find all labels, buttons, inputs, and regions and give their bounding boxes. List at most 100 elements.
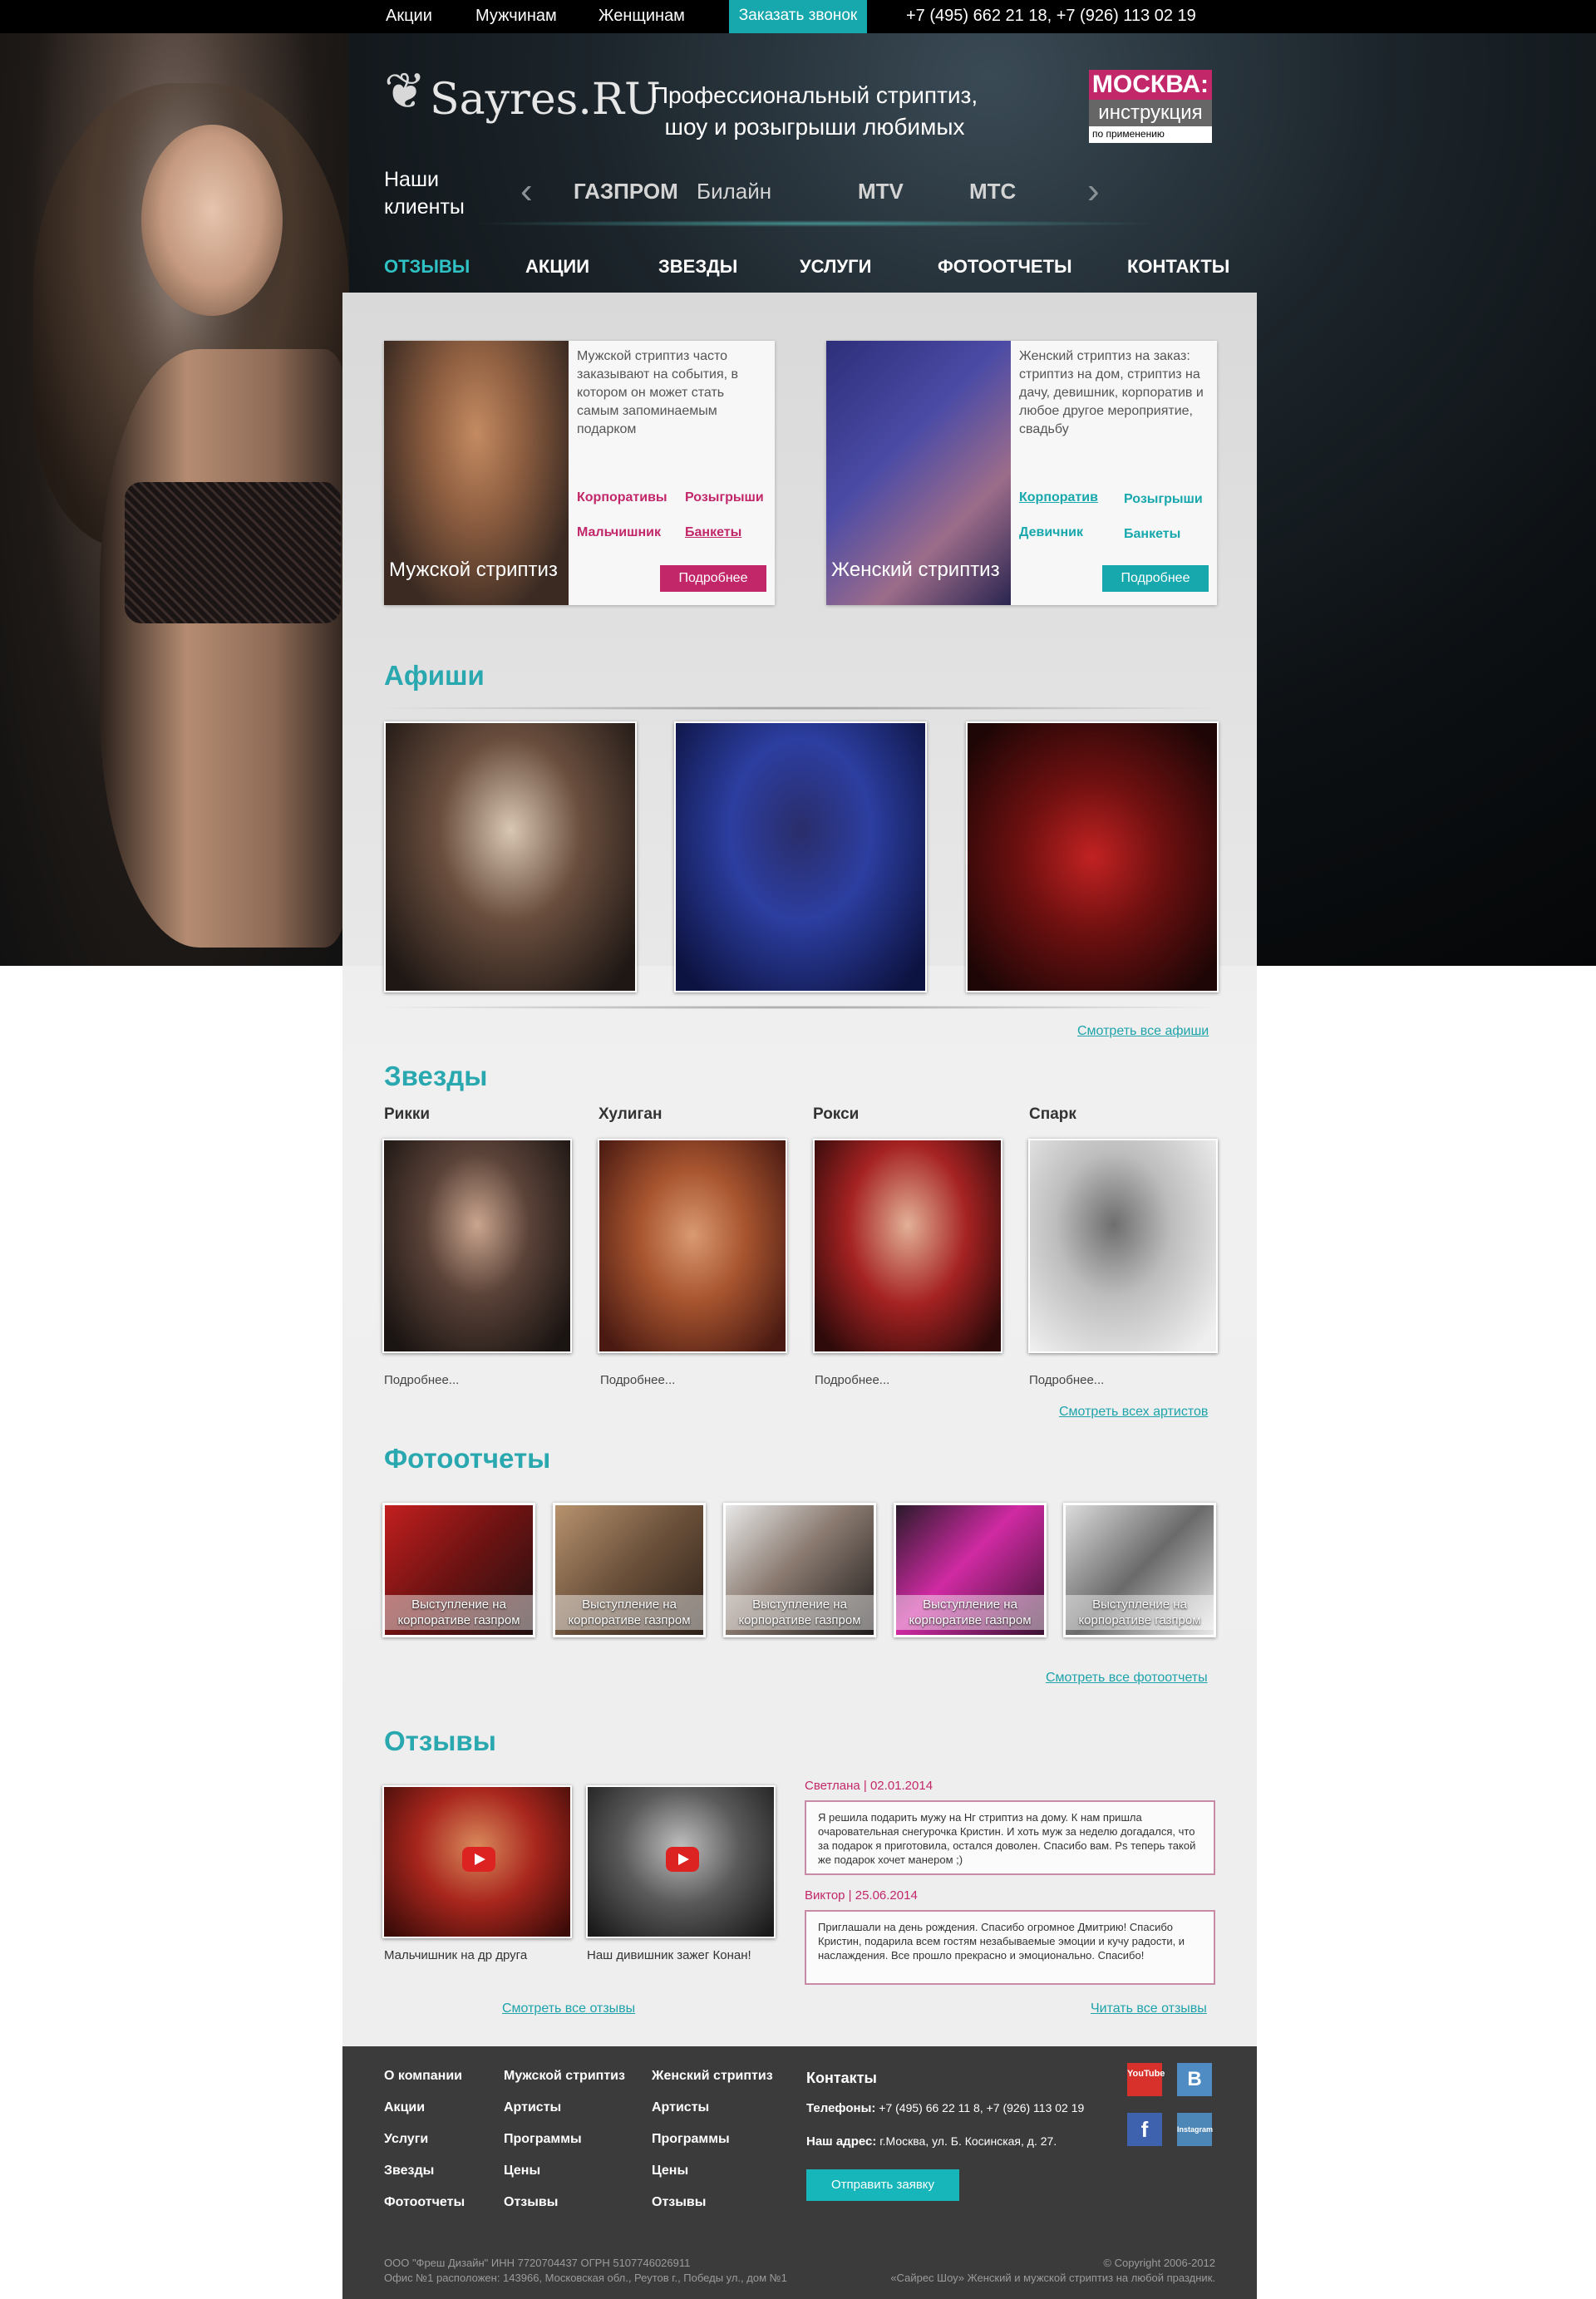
footer-link-male-programs[interactable]: Программы <box>504 2131 625 2163</box>
client-logo-mtv: MTV <box>858 179 904 204</box>
footer-link-male-artists[interactable]: Артисты <box>504 2100 625 2131</box>
promo-female-more-button[interactable]: Подробнее <box>1102 565 1209 592</box>
report-card-4[interactable]: Выступление на корпоративе газпром <box>894 1503 1047 1637</box>
footer-link-stars[interactable]: Звезды <box>384 2163 465 2194</box>
promo-male-caption: Мужской стриптиз <box>389 559 558 581</box>
promo-male-tag-2[interactable]: Розыгрыши <box>685 490 764 505</box>
footer-legal: ООО "Фреш Дизайн" ИНН 7720704437 ОГРН 51… <box>384 2256 787 2286</box>
star-more-1[interactable]: Подробнее... <box>384 1373 459 1387</box>
topbar-link-women[interactable]: Женщинам <box>598 0 685 33</box>
footer-legal-line1: ООО "Фреш Дизайн" ИНН 7720704437 ОГРН 51… <box>384 2257 691 2269</box>
footer-link-female-reviews[interactable]: Отзывы <box>652 2194 773 2226</box>
nav-item-promos[interactable]: АКЦИИ <box>525 254 589 279</box>
report-label-4: Выступление на корпоративе газпром <box>896 1595 1044 1630</box>
star-more-2[interactable]: Подробнее... <box>600 1373 675 1387</box>
nav-item-contacts[interactable]: КОНТАКТЫ <box>1127 254 1229 279</box>
moscow-badge-line2: инструкция <box>1089 100 1212 126</box>
star-photo-4[interactable] <box>1028 1139 1218 1353</box>
site-tagline: Профессиональный стриптиз, шоу и розыгры… <box>640 80 989 143</box>
topbar-link-men[interactable]: Мужчинам <box>475 0 557 33</box>
footer-link-female-programs[interactable]: Программы <box>652 2131 773 2163</box>
promo-female-tag-4[interactable]: Банкеты <box>1124 527 1180 542</box>
promo-card-female[interactable]: Женский стриптиз Женский стриптиз на зак… <box>826 341 1217 605</box>
moscow-badge-line3: по применению <box>1092 128 1165 140</box>
reviews-read-all-link[interactable]: Читать все отзывы <box>1091 2001 1207 2016</box>
footer-legal-line2: Офис №1 расположен: 143966, Московская о… <box>384 2272 787 2284</box>
clients-title: Наши клиенты <box>384 166 465 221</box>
reviews-see-all-videos-link[interactable]: Смотреть все отзывы <box>502 2001 635 2016</box>
afishi-see-all-link[interactable]: Смотреть все афиши <box>1077 1024 1209 1039</box>
topbar-link-akcii[interactable]: Акции <box>386 0 432 33</box>
footer-col-3: Женский стриптиз Артисты Программы Цены … <box>652 2068 773 2226</box>
report-card-1[interactable]: Выступление на корпоративе газпром <box>382 1503 535 1637</box>
footer-address: Наш адрес: г.Москва, ул. Б. Косинская, д… <box>806 2134 1057 2149</box>
afishi-divider-bottom <box>384 1006 1215 1009</box>
call-request-button[interactable]: Заказать звонок <box>729 0 867 33</box>
poster-1[interactable] <box>384 721 637 992</box>
promo-male-more-button[interactable]: Подробнее <box>660 565 766 592</box>
nav-item-reports[interactable]: ФОТООТЧЕТЫ <box>938 254 1072 279</box>
play-icon[interactable] <box>666 1847 699 1872</box>
stars-see-all-link[interactable]: Смотреть всех артистов <box>1059 1405 1208 1420</box>
client-logo-gazprom: ГАЗПРОМ <box>574 179 678 204</box>
star-photo-1[interactable] <box>382 1139 572 1353</box>
star-photo-2[interactable] <box>598 1139 787 1353</box>
promo-female-tag-2[interactable]: Розыгрыши <box>1124 492 1203 507</box>
footer-link-promos[interactable]: Акции <box>384 2100 465 2131</box>
promo-female-tag-1[interactable]: Корпоратив <box>1019 490 1098 505</box>
nav-item-services[interactable]: УСЛУГИ <box>800 254 871 279</box>
poster-3[interactable] <box>966 721 1219 992</box>
youtube-icon[interactable]: YouTube <box>1127 2063 1165 2096</box>
footer-link-female-artists[interactable]: Артисты <box>652 2100 773 2131</box>
footer-link-male-reviews[interactable]: Отзывы <box>504 2194 625 2226</box>
report-card-5[interactable]: Выступление на корпоративе газпром <box>1063 1503 1216 1637</box>
poster-2[interactable] <box>674 721 927 992</box>
promo-female-tag-3[interactable]: Девичник <box>1019 525 1083 540</box>
afishi-title: Афиши <box>384 660 485 691</box>
footer-copyright-line: © Copyright 2006-2012 <box>1103 2257 1215 2269</box>
star-name-3: Рокси <box>813 1105 860 1123</box>
play-icon[interactable] <box>462 1847 495 1872</box>
footer-link-female-strip[interactable]: Женский стриптиз <box>652 2068 773 2100</box>
tagline-line-2: шоу и розыгрыши любимых <box>664 114 965 140</box>
star-more-3[interactable]: Подробнее... <box>815 1373 889 1387</box>
promo-male-tag-4[interactable]: Банкеты <box>685 525 741 540</box>
footer-phones-value: +7 (495) 66 22 11 8, +7 (926) 113 02 19 <box>879 2101 1085 2114</box>
chevron-left-icon[interactable]: ‹ <box>520 173 545 209</box>
promo-female-caption: Женский стриптиз <box>831 559 1000 581</box>
footer-link-female-prices[interactable]: Цены <box>652 2163 773 2194</box>
site-footer: О компании Акции Услуги Звезды Фотоотчет… <box>342 2046 1257 2299</box>
star-more-4[interactable]: Подробнее... <box>1029 1373 1104 1387</box>
reports-see-all-link[interactable]: Смотреть все фотоотчеты <box>1046 1671 1208 1686</box>
footer-link-about[interactable]: О компании <box>384 2068 465 2100</box>
review-video-2[interactable] <box>586 1785 776 1938</box>
star-photo-3[interactable] <box>813 1139 1002 1353</box>
footer-link-services[interactable]: Услуги <box>384 2131 465 2163</box>
footer-contacts-title: Контакты <box>806 2070 877 2086</box>
footer-phones-label: Телефоны: <box>806 2101 876 2115</box>
logo-text: Sayres.RU <box>430 75 661 125</box>
vk-icon[interactable]: В <box>1177 2063 1212 2096</box>
star-name-1: Рикки <box>384 1105 431 1123</box>
nav-item-stars[interactable]: ЗВЕЗДЫ <box>658 254 737 279</box>
review-author-2: Виктор | 25.06.2014 <box>805 1888 918 1903</box>
review-video-1[interactable] <box>382 1785 572 1938</box>
promo-male-tag-3[interactable]: Мальчишник <box>577 525 661 540</box>
facebook-icon[interactable]: f <box>1127 2113 1162 2146</box>
nav-item-reviews[interactable]: ОТЗЫВЫ <box>384 254 470 279</box>
hero-face <box>141 125 283 316</box>
footer-link-reports[interactable]: Фотоотчеты <box>384 2194 465 2226</box>
chevron-right-icon[interactable]: › <box>1087 173 1112 209</box>
clients-title-line2: клиенты <box>384 195 465 219</box>
instagram-icon[interactable]: Instagram <box>1177 2113 1213 2146</box>
report-card-2[interactable]: Выступление на корпоративе газпром <box>553 1503 706 1637</box>
moscow-guide-badge[interactable]: МОСКВА: инструкция по применению <box>1089 70 1212 143</box>
footer-link-male-strip[interactable]: Мужской стриптиз <box>504 2068 625 2100</box>
footer-link-male-prices[interactable]: Цены <box>504 2163 625 2194</box>
send-request-button[interactable]: Отправить заявку <box>806 2169 959 2201</box>
site-logo[interactable]: ❦ Sayres.RU <box>384 58 661 141</box>
promo-male-tag-1[interactable]: Корпоративы <box>577 490 667 505</box>
report-card-3[interactable]: Выступление на корпоративе газпром <box>723 1503 876 1637</box>
promo-card-male[interactable]: Мужской стриптиз Мужской стриптиз часто … <box>384 341 775 605</box>
review-author-1: Светлана | 02.01.2014 <box>805 1779 933 1793</box>
